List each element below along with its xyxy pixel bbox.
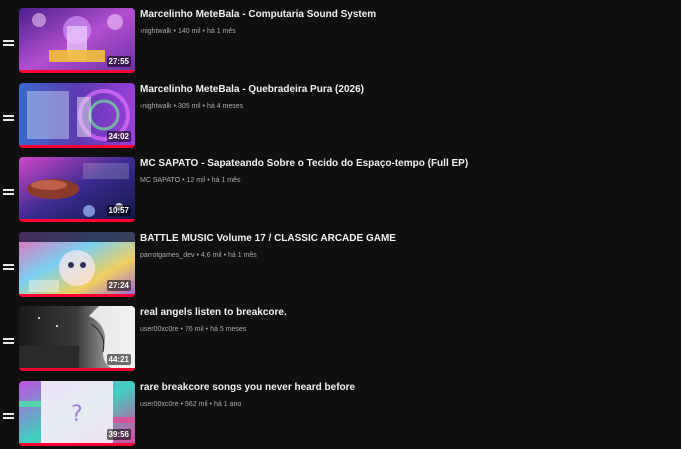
video-title[interactable]: BATTLE MUSIC Volume 17 / CLASSIC ARCADE … bbox=[140, 232, 670, 245]
video-duration: 44:21 bbox=[106, 354, 131, 365]
upload-age: há 1 mês bbox=[211, 177, 241, 184]
video-metadata: ›nightwalk • 140 mil • há 1 mês bbox=[140, 27, 236, 37]
video-title[interactable]: rare breakcore songs you never heard bef… bbox=[140, 381, 670, 394]
upload-age: há 4 meses bbox=[207, 103, 244, 110]
video-metadata: ›nightwalk • 305 mil • há 4 meses bbox=[140, 102, 243, 112]
view-count: 140 mil bbox=[177, 28, 201, 35]
video-title[interactable]: Marcelinho MeteBala - Quebradeira Pura (… bbox=[140, 83, 670, 96]
video-title[interactable]: Marcelinho MeteBala - Computaria Sound S… bbox=[140, 8, 670, 21]
video-duration: 24:02 bbox=[106, 131, 131, 142]
video-duration: 10:57 bbox=[106, 205, 131, 216]
video-title[interactable]: real angels listen to breakcore. bbox=[140, 306, 670, 319]
drag-handle-icon[interactable] bbox=[3, 412, 14, 420]
video-duration: 27:55 bbox=[106, 56, 131, 67]
video-title[interactable]: MC SAPATO - Sapateando Sobre o Tecido do… bbox=[140, 157, 670, 170]
watch-progress-bar bbox=[19, 368, 135, 371]
upload-age: há 1 ano bbox=[214, 401, 242, 408]
svg-text:?: ? bbox=[71, 402, 83, 427]
playlist-item[interactable]: ? 39:56 rare breakcore songs you never h… bbox=[0, 381, 681, 449]
watch-progress-bar bbox=[19, 145, 135, 148]
video-duration: 27:24 bbox=[106, 280, 131, 291]
view-count: 562 mil bbox=[184, 401, 208, 408]
video-duration: 39:56 bbox=[106, 429, 131, 440]
drag-handle-icon[interactable] bbox=[3, 188, 14, 196]
view-count: 76 mil bbox=[184, 326, 204, 333]
upload-age: há 1 mês bbox=[228, 252, 257, 259]
playlist-item[interactable]: 10:57 MC SAPATO - Sapateando Sobre o Tec… bbox=[0, 157, 681, 227]
playlist-item[interactable]: 27:24 BATTLE MUSIC Volume 17 / CLASSIC A… bbox=[0, 232, 681, 302]
view-count: 4,6 mil bbox=[200, 252, 222, 259]
upload-age: há 5 meses bbox=[210, 326, 247, 333]
view-count: 12 mil bbox=[186, 177, 206, 184]
playlist-video-list: 27:55 Marcelinho MeteBala - Computaria S… bbox=[0, 0, 681, 449]
channel-name[interactable]: ›nightwalk bbox=[140, 103, 172, 110]
view-count: 305 mil bbox=[177, 103, 201, 110]
video-metadata: user00xc0re • 562 mil • há 1 ano bbox=[140, 400, 241, 410]
video-metadata: user00xc0re • 76 mil • há 5 meses bbox=[140, 325, 246, 335]
playlist-item[interactable]: 24:02 Marcelinho MeteBala - Quebradeira … bbox=[0, 83, 681, 153]
drag-handle-icon[interactable] bbox=[3, 39, 14, 47]
video-thumbnail[interactable]: ? 39:56 bbox=[19, 381, 135, 446]
watch-progress-bar bbox=[19, 219, 135, 222]
video-thumbnail[interactable]: 27:24 bbox=[19, 232, 135, 297]
watch-progress-bar bbox=[19, 70, 135, 73]
video-thumbnail[interactable]: 10:57 bbox=[19, 157, 135, 222]
video-thumbnail[interactable]: 24:02 bbox=[19, 83, 135, 148]
drag-handle-icon[interactable] bbox=[3, 337, 14, 345]
channel-name[interactable]: user00xc0re bbox=[140, 401, 179, 408]
video-thumbnail[interactable]: 27:55 bbox=[19, 8, 135, 73]
drag-handle-icon[interactable] bbox=[3, 263, 14, 271]
upload-age: há 1 mês bbox=[207, 28, 236, 35]
channel-name[interactable]: MC SAPATO bbox=[140, 177, 180, 184]
channel-name[interactable]: user00xc0re bbox=[140, 326, 179, 333]
playlist-item[interactable]: 44:21 real angels listen to breakcore. u… bbox=[0, 306, 681, 376]
video-metadata: parrotgames_dev • 4,6 mil • há 1 mês bbox=[140, 251, 257, 261]
channel-name[interactable]: ›nightwalk bbox=[140, 28, 172, 35]
watch-progress-bar bbox=[19, 443, 135, 446]
watch-progress-bar bbox=[19, 294, 135, 297]
video-thumbnail[interactable]: 44:21 bbox=[19, 306, 135, 371]
drag-handle-icon[interactable] bbox=[3, 114, 14, 122]
channel-name[interactable]: parrotgames_dev bbox=[140, 252, 194, 259]
video-metadata: MC SAPATO • 12 mil • há 1 mês bbox=[140, 176, 240, 186]
playlist-item[interactable]: 27:55 Marcelinho MeteBala - Computaria S… bbox=[0, 8, 681, 78]
